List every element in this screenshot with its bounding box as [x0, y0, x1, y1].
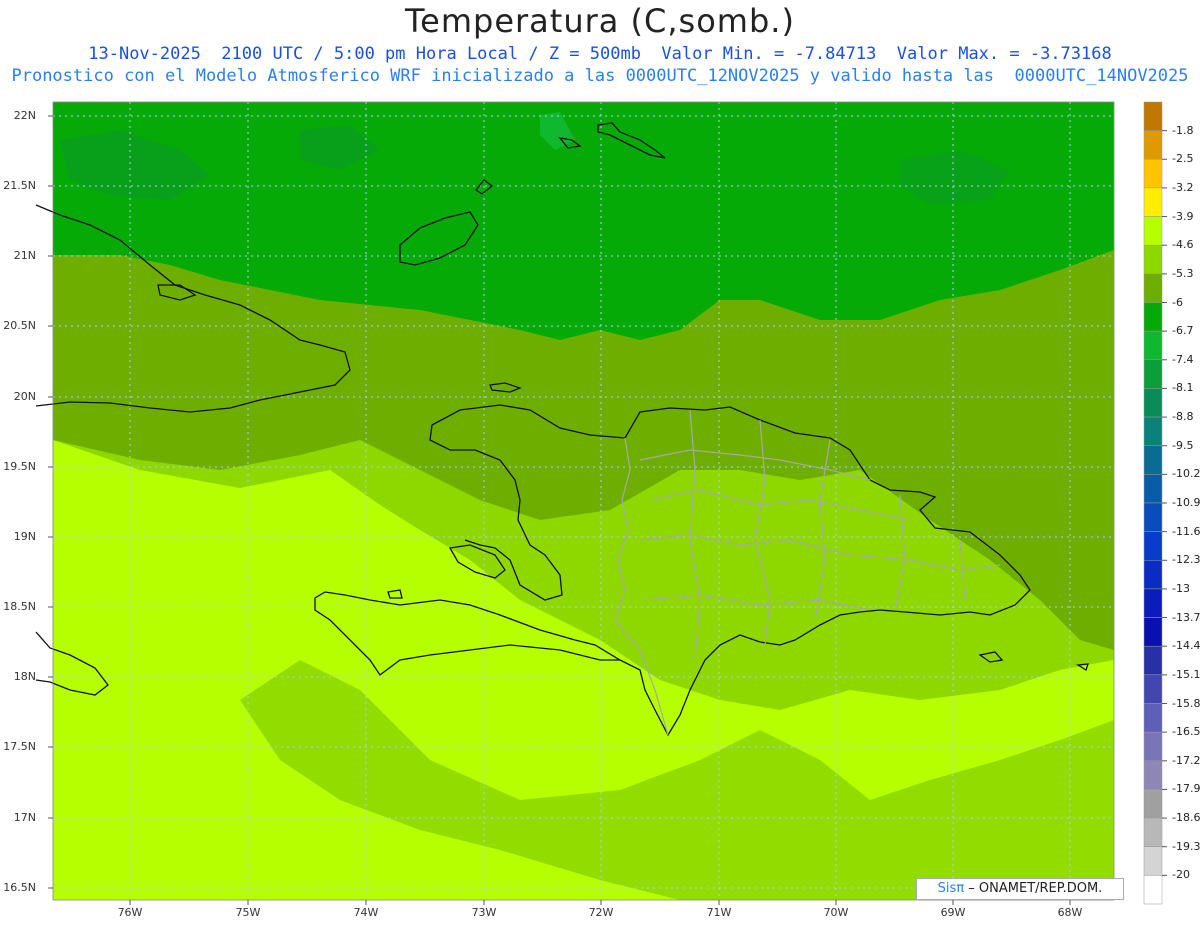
- colorbar-label: -17.9: [1172, 782, 1200, 796]
- colorbar-label: -6: [1172, 295, 1183, 309]
- colorbar-swatch: [1143, 159, 1163, 189]
- credit-badge: Sisπ – ONAMET/REP.DOM.: [916, 878, 1124, 900]
- colorbar-swatch: [1143, 760, 1163, 790]
- colorbar-label: -9.5: [1172, 438, 1194, 452]
- colorbar-label: -17.2: [1172, 753, 1200, 767]
- colorbar-swatch: [1143, 502, 1163, 532]
- colorbar-swatch: [1143, 703, 1163, 733]
- colorbar-swatch: [1143, 645, 1163, 676]
- credit-sis: Sis: [937, 881, 957, 896]
- colorbar-label: -13.7: [1172, 610, 1200, 624]
- colorbar-swatch: [1143, 531, 1163, 561]
- lat-label: 22N: [13, 109, 36, 122]
- lat-label: 19.5N: [3, 460, 36, 473]
- colorbar-swatch: [1143, 445, 1163, 475]
- colorbar-swatch: [1143, 588, 1163, 618]
- colorbar-swatch: [1143, 330, 1163, 361]
- lat-label: 18N: [13, 670, 36, 683]
- colorbar-label: -10.2: [1172, 467, 1200, 481]
- colorbar-label: -20: [1172, 868, 1190, 882]
- lat-label: 21N: [13, 249, 36, 262]
- colorbar: [1143, 101, 1167, 905]
- colorbar-swatch: [1143, 302, 1163, 332]
- colorbar-label: -5.3: [1172, 266, 1194, 280]
- colorbar-label: -11.6: [1172, 524, 1200, 538]
- colorbar-label: -1.8: [1172, 123, 1194, 137]
- lat-label: 18.5N: [3, 600, 36, 613]
- colorbar-swatch: [1143, 359, 1163, 389]
- colorbar-swatch: [1143, 846, 1163, 876]
- colorbar-label: -13: [1172, 581, 1190, 595]
- colorbar-swatch: [1143, 789, 1163, 819]
- colorbar-swatch: [1143, 617, 1163, 647]
- colorbar-label: -4.6: [1172, 238, 1194, 252]
- colorbar-swatch: [1143, 674, 1163, 704]
- colorbar-label: -8.1: [1172, 381, 1194, 395]
- colorbar-label: -16.5: [1172, 725, 1200, 739]
- lat-label: 17.5N: [3, 740, 36, 753]
- colorbar-swatch: [1143, 216, 1163, 246]
- colorbar-label: -10.9: [1172, 496, 1200, 509]
- colorbar-swatch: [1143, 273, 1163, 303]
- colorbar-swatch: [1143, 817, 1163, 847]
- colorbar-swatch: [1143, 101, 1163, 131]
- colorbar-label: -15.1: [1172, 667, 1200, 681]
- colorbar-label: -15.8: [1172, 696, 1200, 710]
- lon-label: 71W: [706, 906, 732, 919]
- lon-label: 73W: [471, 906, 497, 919]
- colorbar-swatch: [1143, 731, 1163, 762]
- lat-label: 19N: [13, 530, 36, 543]
- lat-label: 17N: [13, 811, 36, 824]
- colorbar-label: -12.3: [1172, 553, 1200, 567]
- lon-label: 75W: [235, 906, 261, 919]
- colorbar-swatch: [1143, 244, 1163, 275]
- lat-label: 21.5N: [3, 179, 36, 192]
- lon-label: 74W: [353, 906, 379, 919]
- colorbar-swatch: [1143, 560, 1163, 590]
- colorbar-label: -19.3: [1172, 839, 1200, 853]
- colorbar-label: -7.4: [1172, 352, 1194, 366]
- colorbar-label: -6.7: [1172, 324, 1194, 338]
- colorbar-label: -2.5: [1172, 152, 1194, 166]
- pi-symbol: π: [956, 881, 965, 896]
- lon-label: 72W: [588, 906, 614, 919]
- credit-org: – ONAMET/REP.DOM.: [968, 881, 1103, 896]
- temperature-map: [35, 101, 1167, 905]
- lat-label: 16.5N: [3, 881, 36, 894]
- colorbar-swatch: [1143, 388, 1163, 418]
- colorbar-label: -14.4: [1172, 639, 1200, 653]
- lat-label: 20.5N: [3, 319, 36, 332]
- colorbar-label: -8.8: [1172, 410, 1194, 424]
- lon-label: 69W: [940, 906, 966, 919]
- colorbar-swatch: [1143, 875, 1163, 905]
- colorbar-label: -18.6: [1172, 811, 1200, 825]
- colorbar-swatch: [1143, 416, 1163, 446]
- colorbar-swatch: [1143, 474, 1163, 504]
- colorbar-swatch: [1143, 130, 1163, 160]
- lon-label: 68W: [1057, 906, 1083, 919]
- colorbar-label: -3.9: [1172, 209, 1194, 223]
- colorbar-swatch: [1143, 187, 1163, 217]
- lat-label: 20N: [13, 390, 36, 403]
- colorbar-label: -3.2: [1172, 180, 1194, 194]
- lon-label: 70W: [823, 906, 849, 919]
- lon-label: 76W: [117, 906, 143, 919]
